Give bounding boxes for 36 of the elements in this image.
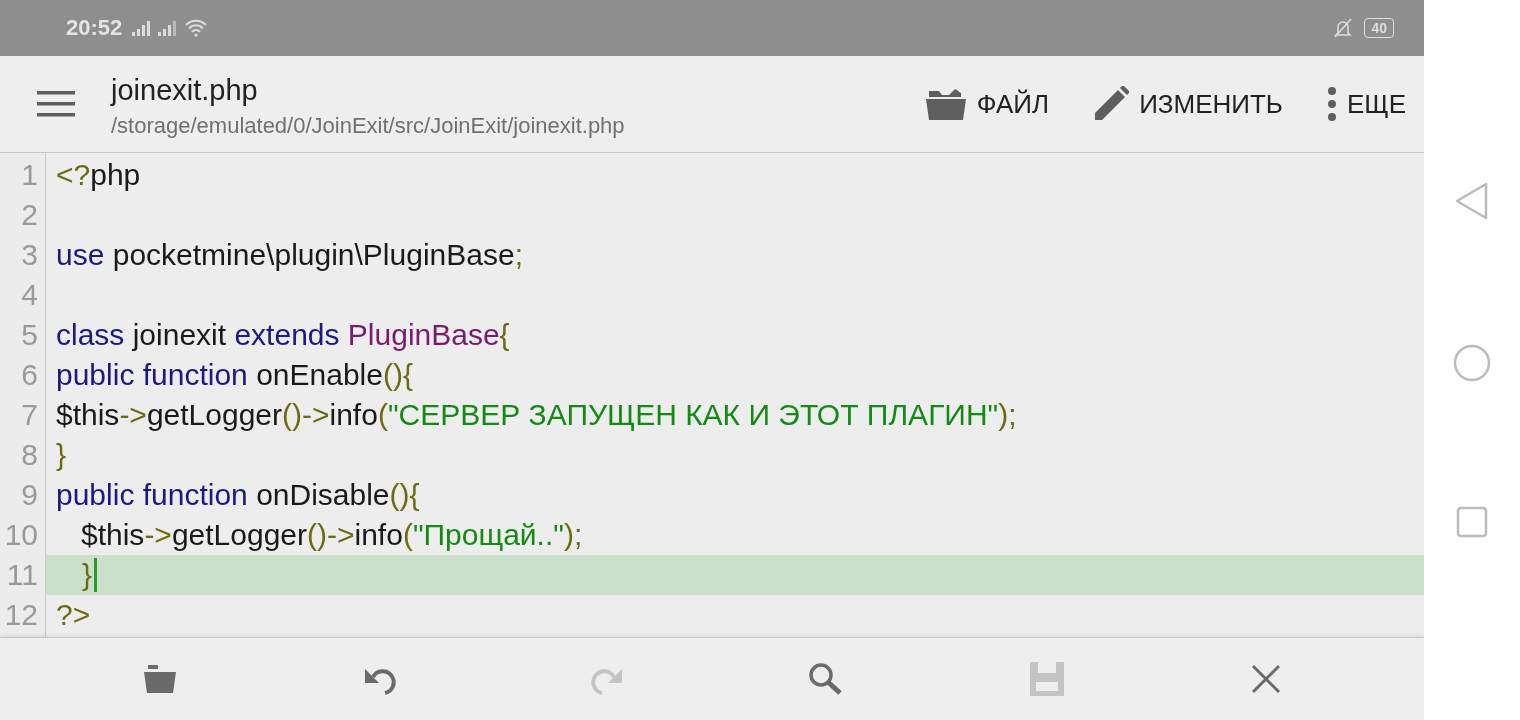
line-number: 4 bbox=[20, 277, 39, 313]
bell-muted-icon bbox=[1332, 17, 1355, 39]
code-line: $this->getLogger()->info("СЕРВЕР ЗАПУЩЕН КАК И ЭТОТ ПЛАГИН"); bbox=[56, 398, 1017, 432]
folder-menu-button[interactable]: ФАЙЛ bbox=[920, 83, 1054, 125]
line-number: 10 bbox=[3, 517, 39, 553]
line-number: 3 bbox=[20, 237, 39, 273]
line-number: 7 bbox=[20, 397, 39, 433]
code-line: } bbox=[56, 438, 67, 472]
pencil-icon bbox=[1093, 86, 1130, 122]
status-time: 20:52 bbox=[66, 15, 123, 41]
code-line: public function onDisable(){ bbox=[56, 478, 420, 512]
line-number: 8 bbox=[20, 437, 39, 473]
code-line: ?> bbox=[56, 598, 91, 632]
code-line: public function onEnable(){ bbox=[56, 358, 413, 392]
line-number: 11 bbox=[0, 555, 46, 595]
more-menu-button[interactable]: ЕЩЕ bbox=[1322, 82, 1410, 126]
more-icon bbox=[1326, 86, 1337, 122]
code-editor[interactable] bbox=[0, 153, 1424, 637]
folder-icon bbox=[924, 87, 967, 121]
line-number: 1 bbox=[20, 157, 39, 193]
line-number: 9 bbox=[20, 477, 39, 513]
line-number: 6 bbox=[20, 357, 39, 393]
menu-icon[interactable] bbox=[37, 91, 75, 117]
file-path: /storage/emulated/0/JoinExit/src/JoinExit/joinexit.php bbox=[111, 112, 625, 139]
code-line: $this->getLogger()->info("Прощай.."); bbox=[80, 518, 583, 552]
code-line: } bbox=[57, 558, 98, 592]
wifi-icon bbox=[184, 19, 209, 37]
code-line: use pocketmine\plugin\PluginBase; bbox=[56, 238, 523, 272]
line-number: 5 bbox=[20, 317, 39, 353]
battery-icon: 40 bbox=[1364, 18, 1394, 38]
code-line: <?php bbox=[56, 158, 141, 192]
code-line: class joinexit extends PluginBase{ bbox=[56, 318, 510, 352]
line-number: 12 bbox=[3, 597, 39, 633]
line-number: 2 bbox=[20, 197, 39, 233]
file-name: joinexit.php bbox=[111, 73, 259, 107]
pencil-menu-button[interactable]: ИЗМЕНИТЬ bbox=[1089, 82, 1287, 126]
